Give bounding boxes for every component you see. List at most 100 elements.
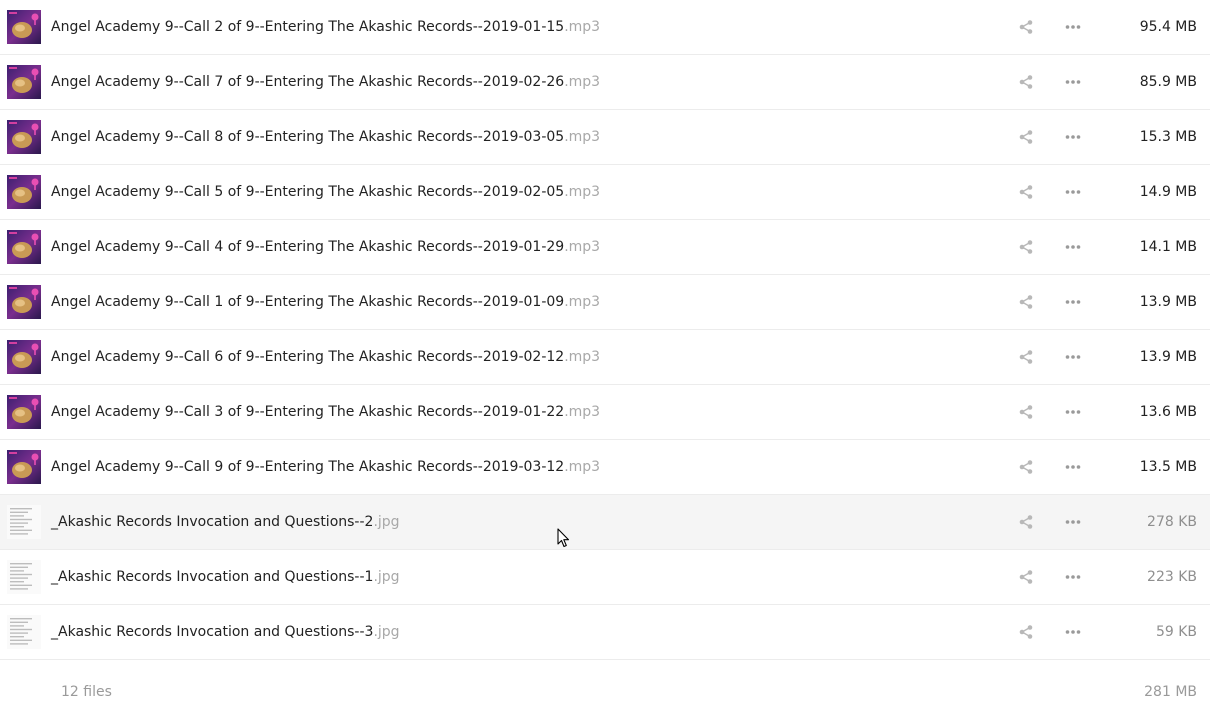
file-basename: Angel Academy 9--Call 5 of 9--Entering T… (51, 184, 565, 200)
file-count: 12 files (61, 684, 112, 700)
file-extension: .mp3 (564, 294, 601, 310)
more-options-icon[interactable] (1063, 182, 1083, 202)
more-options-icon[interactable] (1063, 237, 1083, 257)
file-size: 14.9 MB (1139, 184, 1197, 200)
more-options-icon[interactable] (1063, 622, 1083, 642)
file-size: 13.5 MB (1139, 459, 1197, 475)
more-options-icon[interactable] (1063, 347, 1083, 367)
file-size: 15.3 MB (1139, 129, 1197, 145)
audio-cover-thumbnail-icon (7, 175, 41, 209)
file-name[interactable]: _Akashic Records Invocation and Question… (51, 495, 400, 549)
file-row[interactable]: _Akashic Records Invocation and Question… (0, 605, 1210, 660)
more-options-icon[interactable] (1063, 457, 1083, 477)
file-size: 223 KB (1147, 569, 1197, 585)
file-extension: .jpg (373, 569, 400, 585)
file-row[interactable]: Angel Academy 9--Call 8 of 9--Entering T… (0, 110, 1210, 165)
file-basename: _Akashic Records Invocation and Question… (51, 514, 374, 530)
share-icon[interactable] (1016, 567, 1036, 587)
file-row[interactable]: Angel Academy 9--Call 3 of 9--Entering T… (0, 385, 1210, 440)
file-name[interactable]: Angel Academy 9--Call 9 of 9--Entering T… (51, 440, 600, 494)
more-options-icon[interactable] (1063, 72, 1083, 92)
share-icon[interactable] (1016, 622, 1036, 642)
audio-cover-thumbnail-icon (7, 230, 41, 264)
share-icon[interactable] (1016, 182, 1036, 202)
file-size: 59 KB (1155, 624, 1197, 640)
file-extension: .mp3 (564, 19, 601, 35)
file-size: 278 KB (1147, 514, 1197, 530)
share-icon[interactable] (1016, 292, 1036, 312)
more-options-icon[interactable] (1063, 512, 1083, 532)
file-basename: Angel Academy 9--Call 3 of 9--Entering T… (51, 404, 565, 420)
file-name[interactable]: Angel Academy 9--Call 4 of 9--Entering T… (51, 220, 600, 274)
file-size: 95.4 MB (1139, 19, 1197, 35)
audio-cover-thumbnail-icon (7, 10, 41, 44)
file-name[interactable]: Angel Academy 9--Call 7 of 9--Entering T… (51, 55, 600, 109)
file-basename: Angel Academy 9--Call 1 of 9--Entering T… (51, 294, 565, 310)
more-options-icon[interactable] (1063, 402, 1083, 422)
audio-cover-thumbnail-icon (7, 285, 41, 319)
file-extension: .mp3 (564, 459, 601, 475)
audio-cover-thumbnail-icon (7, 120, 41, 154)
file-extension: .mp3 (564, 129, 601, 145)
file-row[interactable]: Angel Academy 9--Call 5 of 9--Entering T… (0, 165, 1210, 220)
file-list-summary: 12 files 281 MB (0, 660, 1210, 724)
document-thumbnail-icon (7, 560, 41, 594)
file-extension: .mp3 (564, 74, 601, 90)
audio-cover-thumbnail-icon (7, 395, 41, 429)
share-icon[interactable] (1016, 347, 1036, 367)
share-icon[interactable] (1016, 72, 1036, 92)
file-name[interactable]: _Akashic Records Invocation and Question… (51, 605, 400, 659)
file-name[interactable]: Angel Academy 9--Call 1 of 9--Entering T… (51, 275, 600, 329)
more-options-icon[interactable] (1063, 17, 1083, 37)
file-row[interactable]: Angel Academy 9--Call 9 of 9--Entering T… (0, 440, 1210, 495)
file-row[interactable]: Angel Academy 9--Call 7 of 9--Entering T… (0, 55, 1210, 110)
file-name[interactable]: Angel Academy 9--Call 3 of 9--Entering T… (51, 385, 600, 439)
document-thumbnail-icon (7, 615, 41, 649)
file-name[interactable]: Angel Academy 9--Call 6 of 9--Entering T… (51, 330, 600, 384)
file-name[interactable]: Angel Academy 9--Call 8 of 9--Entering T… (51, 110, 600, 164)
share-icon[interactable] (1016, 457, 1036, 477)
share-icon[interactable] (1016, 17, 1036, 37)
file-list: Angel Academy 9--Call 2 of 9--Entering T… (0, 0, 1210, 724)
file-name[interactable]: Angel Academy 9--Call 2 of 9--Entering T… (51, 0, 600, 54)
file-name[interactable]: _Akashic Records Invocation and Question… (51, 550, 400, 604)
audio-cover-thumbnail-icon (7, 340, 41, 374)
more-options-icon[interactable] (1063, 567, 1083, 587)
share-icon[interactable] (1016, 237, 1036, 257)
file-extension: .jpg (373, 514, 400, 530)
more-options-icon[interactable] (1063, 292, 1083, 312)
file-size: 13.9 MB (1139, 294, 1197, 310)
file-extension: .mp3 (564, 184, 601, 200)
share-icon[interactable] (1016, 402, 1036, 422)
file-row[interactable]: Angel Academy 9--Call 4 of 9--Entering T… (0, 220, 1210, 275)
file-size: 14.1 MB (1139, 239, 1197, 255)
file-row[interactable]: Angel Academy 9--Call 2 of 9--Entering T… (0, 0, 1210, 55)
file-extension: .mp3 (564, 349, 601, 365)
file-size: 85.9 MB (1139, 74, 1197, 90)
total-size: 281 MB (1144, 684, 1197, 700)
file-size: 13.9 MB (1139, 349, 1197, 365)
share-icon[interactable] (1016, 512, 1036, 532)
file-basename: Angel Academy 9--Call 6 of 9--Entering T… (51, 349, 565, 365)
file-extension: .mp3 (564, 239, 601, 255)
file-basename: Angel Academy 9--Call 8 of 9--Entering T… (51, 129, 565, 145)
more-options-icon[interactable] (1063, 127, 1083, 147)
file-extension: .jpg (373, 624, 400, 640)
file-row[interactable]: Angel Academy 9--Call 6 of 9--Entering T… (0, 330, 1210, 385)
file-basename: Angel Academy 9--Call 4 of 9--Entering T… (51, 239, 565, 255)
file-basename: _Akashic Records Invocation and Question… (51, 569, 374, 585)
file-basename: Angel Academy 9--Call 7 of 9--Entering T… (51, 74, 565, 90)
share-icon[interactable] (1016, 127, 1036, 147)
file-extension: .mp3 (564, 404, 601, 420)
file-row[interactable]: Angel Academy 9--Call 1 of 9--Entering T… (0, 275, 1210, 330)
file-size: 13.6 MB (1139, 404, 1197, 420)
document-thumbnail-icon (7, 505, 41, 539)
file-rows: Angel Academy 9--Call 2 of 9--Entering T… (0, 0, 1210, 660)
file-basename: Angel Academy 9--Call 9 of 9--Entering T… (51, 459, 565, 475)
file-name[interactable]: Angel Academy 9--Call 5 of 9--Entering T… (51, 165, 600, 219)
file-row[interactable]: _Akashic Records Invocation and Question… (0, 495, 1210, 550)
file-basename: Angel Academy 9--Call 2 of 9--Entering T… (51, 19, 565, 35)
file-row[interactable]: _Akashic Records Invocation and Question… (0, 550, 1210, 605)
audio-cover-thumbnail-icon (7, 65, 41, 99)
audio-cover-thumbnail-icon (7, 450, 41, 484)
